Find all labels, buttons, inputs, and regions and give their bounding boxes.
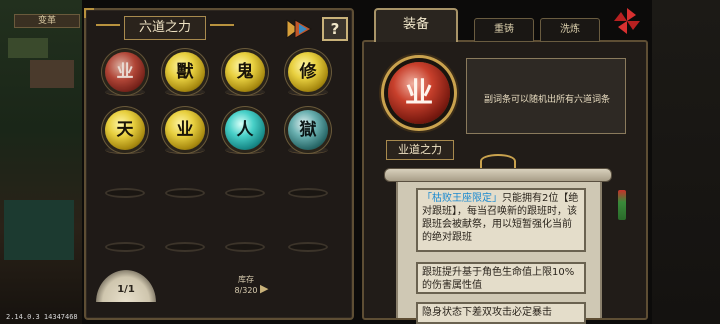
tassel-icon <box>618 190 626 220</box>
stock-value: 8/320 <box>234 286 258 295</box>
title-ornament <box>96 24 120 26</box>
orb-item[interactable]: 獄 <box>288 110 328 150</box>
scene-tile <box>8 38 48 58</box>
tab-equip[interactable]: 装备 <box>374 8 458 42</box>
tab-wash[interactable]: 洗炼 <box>540 18 600 42</box>
affix-entry-3: 隐身状态下差双攻击必定暴击 <box>416 302 586 324</box>
orb-item[interactable]: 天 <box>105 110 145 150</box>
page-label: 1/1 <box>117 284 135 295</box>
empty-slot[interactable] <box>225 188 265 198</box>
pinwheel-icon <box>614 8 640 34</box>
sort-icon[interactable] <box>285 18 313 40</box>
version-label: 2.14.0.3 14347468 <box>6 313 78 321</box>
orb-item[interactable]: 业 <box>165 110 205 150</box>
help-button[interactable]: ? <box>322 17 348 41</box>
selected-orb-name: 业道之力 <box>386 140 454 160</box>
empty-slot[interactable] <box>225 242 265 252</box>
corner-ornament <box>84 8 94 18</box>
scroll-roller <box>384 168 612 182</box>
selected-orb: 业 <box>388 62 450 124</box>
affix-entry-1: 「枯败王座限定」只能拥有2位【绝对跟班】，每当召唤新的跟班时，该跟班会被献祭，用… <box>416 188 586 252</box>
description-text: 副词条可以随机出所有六道词条 <box>483 95 610 105</box>
orb-item[interactable]: 獸 <box>165 52 205 92</box>
affix-entry-2: 跟班提升基于角色生命值上限10%的伤害属性值 <box>416 262 586 294</box>
affix-highlight: 「枯败王座限定」 <box>422 193 502 204</box>
affix-text: 隐身状态下差双攻击必定暴击 <box>422 307 552 318</box>
orb-item[interactable]: 鬼 <box>225 52 265 92</box>
orb-item[interactable]: 业 <box>105 52 145 92</box>
stock-label: 库存 <box>238 275 254 284</box>
hud-label: 变革 <box>14 14 80 28</box>
game-scene-left <box>0 0 82 324</box>
affix-text: 跟班提升基于角色生命值上限10%的伤害属性值 <box>422 267 575 291</box>
empty-slot[interactable] <box>105 188 145 198</box>
empty-slot[interactable] <box>105 242 145 252</box>
orb-item[interactable]: 修 <box>288 52 328 92</box>
empty-slot[interactable] <box>165 188 205 198</box>
scroll-ornament <box>480 154 516 168</box>
empty-slot[interactable] <box>165 242 205 252</box>
empty-slot[interactable] <box>288 242 328 252</box>
scene-tile <box>30 60 74 88</box>
page-indicator: 1/1 <box>96 270 156 302</box>
stock-counter: 库存 8/320 <box>226 274 266 296</box>
tab-reforge[interactable]: 重铸 <box>474 18 534 42</box>
scene-tile <box>4 200 74 260</box>
empty-slot[interactable] <box>288 188 328 198</box>
game-scene-right <box>652 0 720 324</box>
title-ornament <box>210 24 234 26</box>
panel-title: 六道之力 <box>124 16 206 40</box>
orb-item[interactable]: 人 <box>225 110 265 150</box>
